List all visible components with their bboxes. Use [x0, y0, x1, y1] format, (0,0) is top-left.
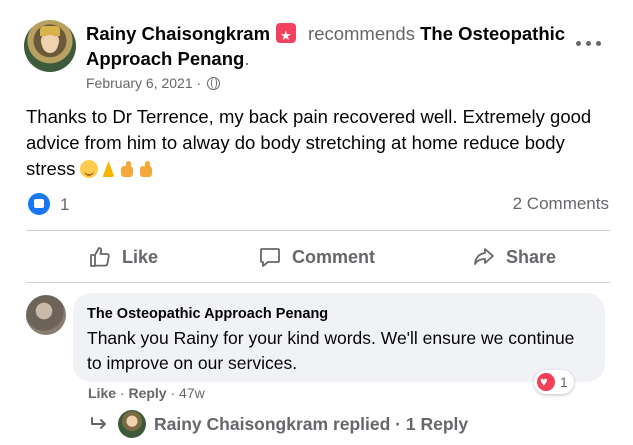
post-header-line1: Rainy Chaisongkram recommends The Osteopa… — [86, 22, 565, 48]
recommends-text: recommends — [308, 23, 415, 44]
reaction-count[interactable]: 1 — [60, 195, 69, 215]
comment-actions: Like · Reply · 47w — [88, 385, 205, 401]
comment-author[interactable]: The Osteopathic Approach Penang — [87, 305, 591, 323]
header-period: . — [244, 48, 250, 69]
comment-reaction-count: 1 — [560, 374, 568, 390]
comment-bubble-icon — [260, 248, 280, 267]
author-name[interactable]: Rainy Chaisongkram — [86, 23, 270, 44]
replies-summary-text: Rainy Chaisongkram replied · 1 Reply — [154, 413, 469, 434]
globe-icon[interactable] — [207, 77, 221, 90]
comment-action-separator: · — [119, 385, 125, 401]
divider-bottom — [26, 282, 610, 283]
facebook-recommendation-post: Rainy Chaisongkram recommends The Osteopa… — [0, 0, 633, 445]
page-name-part1[interactable]: The Osteopathic — [420, 23, 565, 44]
comment-age[interactable]: 47w — [179, 385, 205, 401]
author-avatar[interactable] — [24, 20, 76, 72]
avatar-face — [42, 35, 58, 53]
comment-reactions[interactable]: 1 — [534, 370, 574, 394]
more-dot-icon — [576, 41, 581, 46]
share-label: Share — [506, 246, 557, 267]
comment-action-separator: · — [170, 385, 176, 401]
thumbs-up-icon — [118, 160, 136, 178]
heart-reaction-icon — [537, 373, 555, 391]
like-label: Like — [122, 246, 159, 267]
meta-separator: · — [196, 75, 202, 91]
reply-arrow-icon — [91, 417, 106, 429]
view-replies-link[interactable]: Rainy Chaisongkram replied · 1 Reply — [90, 410, 468, 438]
like-reaction-icon[interactable] — [28, 193, 50, 215]
comment-button[interactable]: Comment — [258, 240, 375, 274]
share-arrow-icon — [474, 248, 494, 265]
comment-bubble: The Osteopathic Approach Penang Thank yo… — [73, 293, 605, 382]
recommend-star-icon — [276, 23, 297, 48]
post-body: Thanks to Dr Terrence, my back pain reco… — [26, 104, 616, 182]
grinning-face-icon — [80, 160, 99, 178]
divider-top — [26, 230, 610, 231]
post-date[interactable]: February 6, 2021 — [86, 75, 193, 91]
thumbs-up-outline-icon — [90, 247, 110, 267]
thumbs-up-icon — [137, 160, 155, 178]
more-dot-icon — [586, 41, 591, 46]
replier-avatar — [118, 410, 146, 438]
page-name-part2[interactable]: Approach Penang — [86, 48, 244, 69]
share-button[interactable]: Share — [472, 240, 556, 274]
more-dot-icon — [596, 41, 601, 46]
comment-text: Thank you Rainy for your kind words. We'… — [87, 328, 575, 373]
comment-reply-link[interactable]: Reply — [128, 385, 166, 401]
post-meta: February 6, 2021 · — [86, 75, 221, 91]
like-button[interactable]: Like — [88, 240, 158, 274]
page-avatar[interactable] — [26, 295, 66, 335]
comment-label: Comment — [292, 246, 376, 267]
comment-like-link[interactable]: Like — [88, 385, 116, 401]
folded-hands-icon — [99, 160, 117, 178]
post-header-line2: Approach Penang. — [86, 47, 249, 71]
comments-count-link[interactable]: 2 Comments — [513, 194, 609, 214]
more-options-button[interactable] — [574, 32, 604, 56]
